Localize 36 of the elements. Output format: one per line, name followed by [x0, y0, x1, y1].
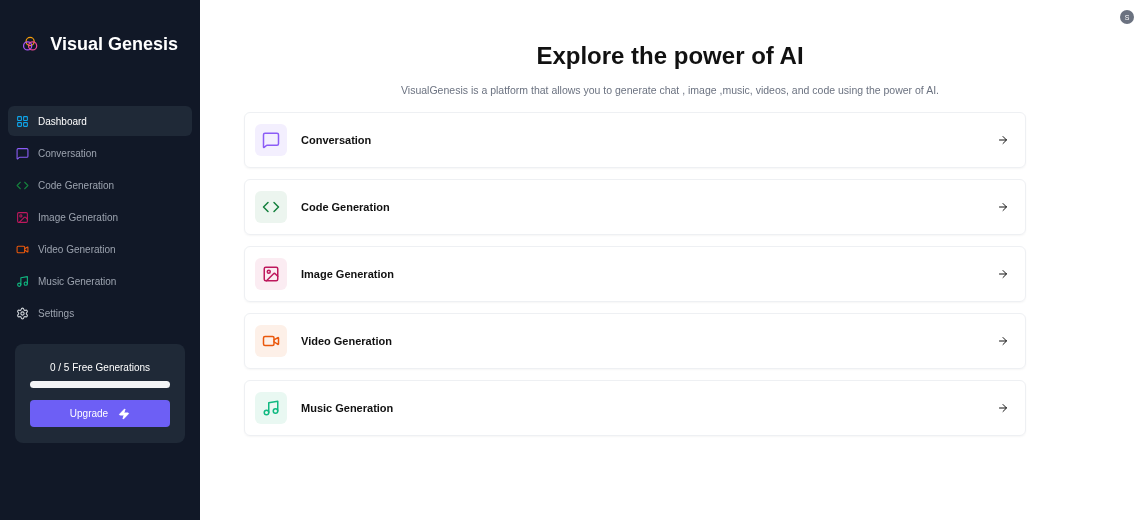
- image-icon: [262, 265, 280, 283]
- tool-card[interactable]: Music Generation: [244, 380, 1026, 436]
- sidebar-item[interactable]: Video Generation: [8, 234, 192, 264]
- arrow-right-icon: [997, 134, 1009, 146]
- image-icon: [16, 210, 29, 224]
- sidebar-item[interactable]: Image Generation: [8, 202, 192, 232]
- arrow-right-icon: [997, 402, 1009, 414]
- upgrade-button[interactable]: Upgrade: [30, 400, 170, 427]
- sidebar-item[interactable]: Settings: [8, 298, 192, 328]
- arrow-right-icon: [997, 268, 1009, 280]
- sidebar-item[interactable]: Conversation: [8, 138, 192, 168]
- tool-label: Conversation: [301, 134, 373, 146]
- grid-icon: [16, 114, 29, 128]
- tool-label: Music Generation: [301, 402, 395, 414]
- page-title: Explore the power of AI: [536, 42, 804, 70]
- music-note-icon: [16, 274, 29, 288]
- tool-card[interactable]: Conversation: [244, 112, 1026, 168]
- arrow-right-icon: [997, 335, 1009, 347]
- lightning-icon: [118, 407, 131, 420]
- tool-label: Image Generation: [301, 268, 395, 280]
- tool-label: Video Generation: [301, 335, 393, 347]
- arrow-right-icon: [997, 201, 1009, 213]
- music-note-icon: [262, 399, 280, 417]
- sidebar-item[interactable]: Dashboard: [8, 106, 192, 136]
- settings-icon: [16, 306, 29, 320]
- sidebar-item[interactable]: Music Generation: [8, 266, 192, 296]
- chat-bubble-icon: [262, 131, 280, 149]
- chat-bubble-icon: [16, 146, 29, 160]
- page-subtitle: VisualGenesis is a platform that allows you to generate chat , image ,music, videos, and code using the power of AI.: [401, 84, 939, 96]
- brand-name: Visual Genesis: [50, 33, 178, 55]
- tool-card[interactable]: Video Generation: [244, 313, 1026, 369]
- tool-card[interactable]: Image Generation: [244, 246, 1026, 302]
- sidebar-item[interactable]: Code Generation: [8, 170, 192, 200]
- tool-label: Code Generation: [301, 201, 391, 213]
- tool-card[interactable]: Code Generation: [244, 179, 1026, 235]
- usage-label: 0 / 5 Free Generations: [49, 362, 151, 373]
